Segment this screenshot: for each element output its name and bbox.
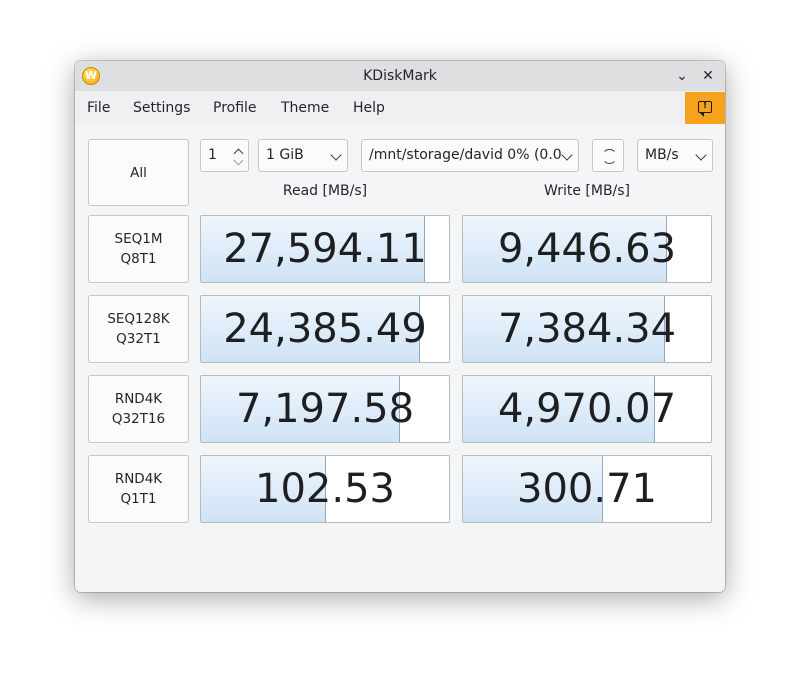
read-result: 7,197.58 xyxy=(200,375,450,443)
write-result: 9,446.63 xyxy=(462,215,712,283)
write-value: 7,384.34 xyxy=(497,306,677,352)
write-result: 4,970.07 xyxy=(462,375,712,443)
write-value: 300.71 xyxy=(517,466,657,512)
menu-profile[interactable]: Profile xyxy=(213,91,257,125)
minimize-chevron-icon[interactable]: ⌄ xyxy=(673,67,691,85)
title-bar: W KDiskMark ⌄ ✕ xyxy=(75,61,725,91)
read-result: 102.53 xyxy=(200,455,450,523)
menu-help[interactable]: Help xyxy=(353,91,385,125)
test-button[interactable]: RND4K Q1T1 xyxy=(88,455,189,523)
unit-select[interactable]: MB/s xyxy=(637,139,713,172)
write-value: 9,446.63 xyxy=(497,226,677,272)
write-column-header: Write [MB/s] xyxy=(543,183,631,199)
chevron-down-icon xyxy=(695,149,707,161)
menu-file[interactable]: File xyxy=(87,91,110,125)
chevron-down-icon xyxy=(330,149,342,161)
window-title: KDiskMark xyxy=(363,68,437,84)
refresh-icon xyxy=(602,149,617,164)
write-result: 300.71 xyxy=(462,455,712,523)
read-value: 27,594.11 xyxy=(223,226,427,272)
write-value: 4,970.07 xyxy=(497,386,677,432)
menu-settings[interactable]: Settings xyxy=(133,91,190,125)
read-result: 27,594.11 xyxy=(200,215,450,283)
feedback-button[interactable]: ! xyxy=(685,92,725,124)
refresh-button[interactable] xyxy=(592,139,624,172)
read-value: 102.53 xyxy=(255,466,395,512)
spin-down-icon[interactable] xyxy=(233,155,244,166)
chevron-down-icon xyxy=(561,149,573,161)
test-button[interactable]: RND4K Q32T16 xyxy=(88,375,189,443)
test-button[interactable]: SEQ128K Q32T1 xyxy=(88,295,189,363)
close-icon[interactable]: ✕ xyxy=(699,67,717,85)
kdiskmark-window: W KDiskMark ⌄ ✕ File Settings Profile Th… xyxy=(75,61,725,592)
menu-bar: File Settings Profile Theme Help xyxy=(75,91,725,125)
loops-spinbox[interactable]: 1 xyxy=(200,139,249,172)
read-result: 24,385.49 xyxy=(200,295,450,363)
read-value: 24,385.49 xyxy=(223,306,427,352)
read-value: 7,197.58 xyxy=(235,386,415,432)
menu-theme[interactable]: Theme xyxy=(281,91,329,125)
test-button[interactable]: SEQ1M Q8T1 xyxy=(88,215,189,283)
main-panel: All 1 1 GiB /mnt/storage/david 0% (0.0 M… xyxy=(75,125,725,592)
file-size-select[interactable]: 1 GiB xyxy=(258,139,348,172)
target-path-select[interactable]: /mnt/storage/david 0% (0.0 xyxy=(361,139,579,172)
write-result: 7,384.34 xyxy=(462,295,712,363)
run-all-button[interactable]: All xyxy=(88,139,189,206)
read-column-header: Read [MB/s] xyxy=(282,183,368,199)
